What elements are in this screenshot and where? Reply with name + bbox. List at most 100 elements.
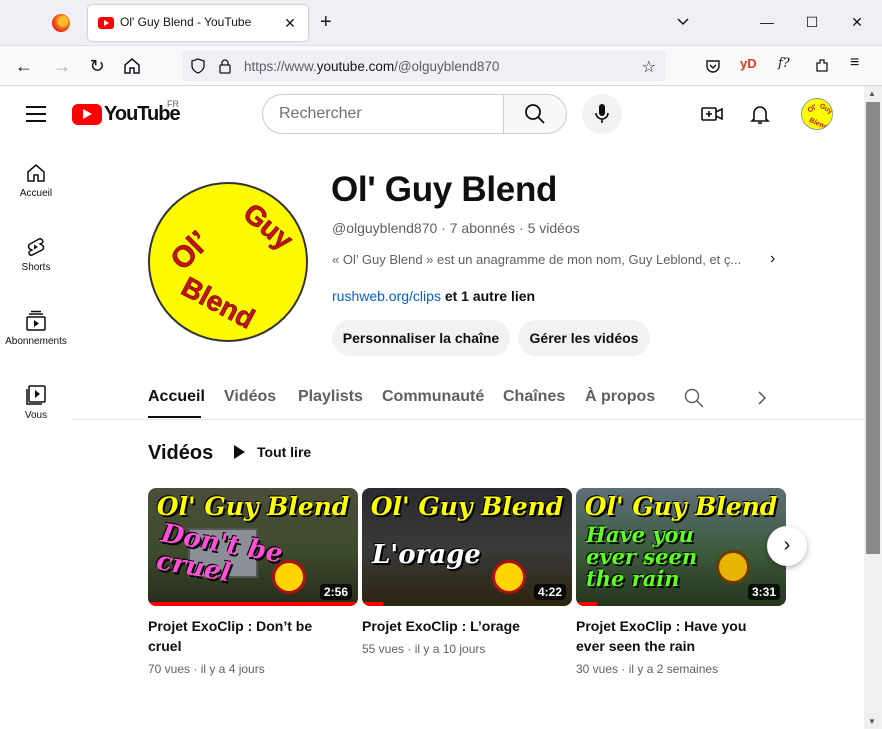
thumbnail-title: Ol' Guy Blend — [370, 492, 564, 521]
search-button[interactable] — [503, 94, 567, 134]
tab-videos[interactable]: Vidéos — [224, 388, 276, 406]
svg-text:Ol': Ol' — [807, 104, 819, 115]
video-title[interactable]: Projet ExoClip : L’orage — [362, 616, 562, 636]
library-icon — [26, 385, 46, 405]
search-icon — [525, 104, 545, 124]
video-duration: 4:22 — [533, 584, 566, 600]
chevron-right-icon[interactable] — [756, 388, 768, 408]
thumbnail-text: L'orage — [372, 540, 481, 570]
home-icon[interactable] — [120, 54, 144, 78]
yd-extension-icon[interactable]: yD — [740, 56, 757, 71]
guide-item-shorts[interactable]: Shorts — [0, 216, 72, 290]
customize-channel-button[interactable]: Personnaliser la chaîne — [332, 320, 510, 356]
video-meta: 55 vues · il y a 10 jours — [362, 642, 486, 656]
video-thumbnail[interactable]: Ol' Guy Blend L'orage 4:22 — [362, 488, 572, 606]
maximize-button[interactable]: ☐ — [802, 12, 822, 32]
thumbnail-text: Have you ever seen the rain — [586, 522, 698, 591]
video-duration: 2:56 — [319, 584, 352, 600]
firefox-icon[interactable] — [52, 14, 70, 32]
tab-about[interactable]: À propos — [585, 388, 655, 406]
new-tab-button[interactable]: + — [320, 11, 332, 33]
watch-progress-bar — [148, 602, 358, 606]
tab-community[interactable]: Communauté — [382, 388, 484, 406]
chevron-down-icon[interactable] — [676, 14, 690, 28]
scrollbar-thumb[interactable] — [866, 102, 880, 554]
video-card[interactable]: Ol' Guy Blend Have you ever seen the rai… — [576, 488, 786, 676]
channel-meta: @olguyblend870 · 7 abonnés · 5 vidéos — [332, 220, 580, 236]
browser-tab[interactable]: Ol' Guy Blend - YouTube ✕ — [88, 5, 308, 41]
shelf-next-button[interactable]: › — [767, 526, 807, 566]
formula-extension-icon[interactable]: f? — [778, 56, 790, 71]
browser-tab-bar: Ol' Guy Blend - YouTube ✕ + — ☐ ✕ — [0, 0, 882, 46]
create-video-icon[interactable] — [700, 102, 724, 126]
guide-label: Shorts — [21, 262, 51, 273]
active-tab-indicator — [148, 416, 201, 418]
svg-text:Ol’: Ol’ — [164, 225, 216, 277]
channel-description[interactable]: « Ol’ Guy Blend » est un anagramme de mo… — [332, 252, 762, 267]
section-title: Vidéos — [148, 442, 214, 464]
watch-progress-bar — [362, 602, 383, 606]
search-input[interactable] — [279, 105, 489, 123]
drum-illustration — [272, 560, 306, 594]
bookmark-star-icon[interactable]: ☆ — [642, 57, 656, 77]
scroll-down-arrow-icon[interactable]: ▼ — [868, 717, 876, 726]
tab-playlists[interactable]: Playlists — [298, 388, 363, 406]
page-scrollbar[interactable]: ▲ ▼ — [864, 86, 882, 729]
scroll-up-arrow-icon[interactable]: ▲ — [868, 89, 876, 98]
channel-tabs: Accueil Vidéos Playlists Communauté Chaî… — [72, 376, 864, 420]
minimize-button[interactable]: — — [757, 12, 777, 32]
video-title[interactable]: Projet ExoClip : Have you ever seen the … — [576, 616, 776, 656]
channel-avatar[interactable]: Ol’ Guy Blend — [148, 182, 308, 342]
channel-link[interactable]: rushweb.org/clips — [332, 288, 441, 304]
guide-label: Vous — [24, 410, 48, 421]
drum-illustration — [492, 560, 526, 594]
url-bar[interactable]: https://www.youtube.com/@olguyblend870 ☆ — [182, 51, 666, 81]
tab-title: Ol' Guy Blend - YouTube — [120, 15, 252, 29]
shield-icon[interactable] — [190, 58, 206, 74]
reload-button[interactable]: ↻ — [85, 54, 109, 78]
account-avatar-logo: Ol' Guy Blend — [807, 103, 833, 130]
tab-close-icon[interactable]: ✕ — [280, 13, 300, 33]
video-thumbnail[interactable]: Ol' Guy Blend Have you ever seen the rai… — [576, 488, 786, 606]
more-links-button[interactable]: et 1 autre lien — [445, 288, 535, 304]
guide-menu-icon[interactable] — [26, 106, 46, 122]
country-code: FR — [167, 99, 179, 109]
youtube-logo-icon[interactable] — [72, 104, 102, 125]
browser-nav-bar: ← → ↻ https://www.youtube.com/@olguyblen… — [0, 46, 882, 86]
forward-button[interactable]: → — [50, 54, 74, 78]
extensions-icon[interactable] — [814, 57, 830, 73]
svg-text:Blend: Blend — [808, 117, 829, 130]
url-text[interactable]: https://www.youtube.com/@olguyblend870 — [244, 59, 499, 74]
video-duration: 3:31 — [747, 584, 780, 600]
voice-search-button[interactable] — [582, 94, 622, 134]
video-thumbnail[interactable]: Ol' Guy Blend Don't be cruel 2:56 — [148, 488, 358, 606]
tab-home[interactable]: Accueil — [148, 388, 205, 406]
video-card[interactable]: Ol' Guy Blend Don't be cruel 2:56 Projet… — [148, 488, 358, 676]
home-icon — [27, 164, 45, 182]
shorts-icon — [27, 238, 45, 256]
close-window-button[interactable]: ✕ — [847, 12, 867, 32]
guide-item-home[interactable]: Accueil — [0, 142, 72, 216]
watch-progress-bar — [576, 602, 597, 606]
search-icon[interactable] — [684, 388, 704, 408]
lock-icon[interactable] — [218, 58, 232, 74]
menu-icon[interactable]: ≡ — [850, 54, 859, 72]
guide-item-subscriptions[interactable]: Abonnements — [0, 290, 72, 364]
channel-avatar-logo: Ol’ Guy Blend — [164, 197, 300, 335]
video-title[interactable]: Projet ExoClip : Don’t be cruel — [148, 616, 348, 656]
video-card[interactable]: Ol' Guy Blend L'orage 4:22 Projet ExoCli… — [362, 488, 572, 656]
chevron-right-icon[interactable]: › — [770, 250, 775, 268]
play-all-button[interactable]: Tout lire — [234, 444, 311, 460]
guide-label: Accueil — [19, 188, 53, 199]
svg-text:Blend: Blend — [176, 271, 259, 335]
manage-videos-button[interactable]: Gérer les vidéos — [518, 320, 650, 356]
back-button[interactable]: ← — [12, 54, 36, 78]
search-box — [262, 94, 504, 134]
account-avatar[interactable]: Ol' Guy Blend — [801, 98, 833, 130]
pocket-icon[interactable] — [705, 58, 721, 74]
guide-item-you[interactable]: Vous — [0, 364, 72, 438]
svg-text:Guy: Guy — [818, 103, 833, 116]
youtube-favicon-icon — [98, 17, 114, 29]
notifications-bell-icon[interactable] — [748, 102, 772, 126]
tab-channels[interactable]: Chaînes — [503, 388, 565, 406]
